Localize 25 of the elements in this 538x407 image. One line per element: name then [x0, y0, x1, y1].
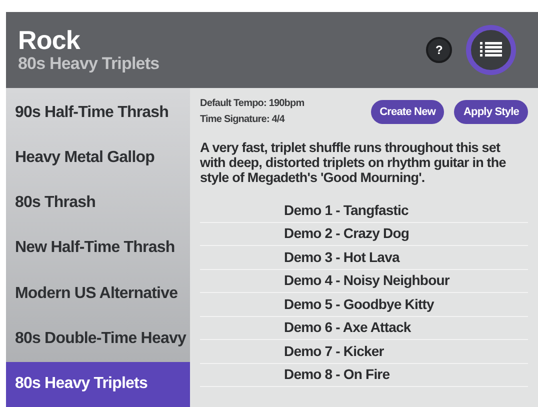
demo-list-item[interactable]: Demo 3 - Hot Lava [200, 246, 528, 270]
demo-list-item[interactable]: Demo 2 - Crazy Dog [200, 222, 528, 246]
style-list-item[interactable]: 80s Thrash [6, 180, 190, 226]
demo-list-item[interactable]: Demo 7 - Kicker [200, 340, 528, 364]
demo-list-item[interactable]: Demo 1 - Tangfastic [200, 199, 528, 222]
header-subtitle: 80s Heavy Triplets [18, 54, 160, 74]
style-list-item[interactable]: New Half-Time Thrash [6, 226, 190, 272]
style-list-item[interactable]: 90s Half-Time Thrash [6, 90, 190, 136]
action-button[interactable]: Create New [370, 100, 444, 124]
demo-list-item[interactable]: Demo 4 - Noisy Neighbour [200, 270, 528, 293]
demo-list-item[interactable]: Demo 5 - Goodbye Kitty [200, 293, 528, 316]
header-title: Rock [18, 26, 82, 54]
demo-list-item[interactable]: Demo 8 - On Fire [200, 364, 528, 387]
style-list-item[interactable]: Modern US Alternative [6, 271, 190, 316]
style-list-item[interactable]: 80s Heavy Triplets [6, 362, 190, 407]
help-button[interactable]: ? [426, 37, 452, 63]
style-list-item[interactable]: Heavy Metal Gallop [6, 135, 190, 181]
time-signature-text: Time Signature: 4/4 [200, 113, 286, 127]
menu-button[interactable] [466, 25, 516, 75]
list-icon [480, 42, 502, 58]
demo-list-item[interactable]: Demo 6 - Axe Attack [200, 316, 528, 340]
default-tempo-text: Default Tempo: 190bpm [200, 97, 304, 111]
action-button[interactable]: Apply Style [454, 100, 528, 124]
style-description: A very fast, triplet shuffle runs throughout this set with deep, distorted triplets on rhythm guitar in the style of Megadeth's 'Good Mourning'. [200, 140, 507, 185]
style-list-item[interactable]: 80s Double-Time Heavy [6, 316, 190, 362]
